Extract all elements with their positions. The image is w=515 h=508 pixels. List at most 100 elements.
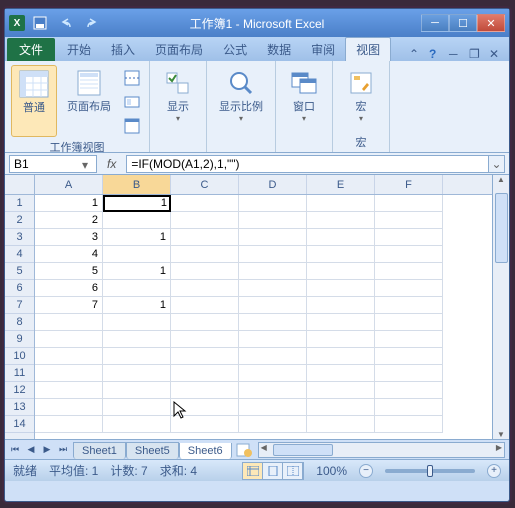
cell[interactable] [239, 280, 307, 297]
cell[interactable] [375, 280, 443, 297]
cell[interactable] [171, 297, 239, 314]
cell[interactable] [103, 280, 171, 297]
cell[interactable] [35, 399, 103, 416]
cell[interactable] [307, 416, 375, 433]
cell[interactable] [375, 382, 443, 399]
row-header[interactable]: 3 [5, 229, 34, 246]
cell[interactable]: 1 [103, 263, 171, 280]
sheet-nav-prev[interactable]: ◀ [23, 442, 39, 458]
sheet-tab[interactable]: Sheet1 [73, 442, 126, 459]
mdi-minimize-icon[interactable]: ─ [449, 47, 463, 61]
cell[interactable] [307, 365, 375, 382]
horizontal-scroll-thumb[interactable] [273, 444, 333, 456]
qat-save-icon[interactable] [29, 12, 51, 34]
row-header[interactable]: 12 [5, 382, 34, 399]
cell[interactable] [239, 263, 307, 280]
macros-button[interactable]: 宏 ▾ [339, 65, 383, 132]
zoom-button[interactable]: 显示比例 ▾ [213, 65, 269, 136]
row-header[interactable]: 10 [5, 348, 34, 365]
tab-formulas[interactable]: 公式 [213, 38, 257, 61]
cell[interactable] [239, 416, 307, 433]
cell[interactable]: 1 [103, 229, 171, 246]
cell[interactable] [239, 195, 307, 212]
zoom-in-button[interactable]: + [487, 464, 501, 478]
custom-views-button[interactable] [121, 91, 143, 113]
ribbon-minimize-icon[interactable]: ⌃ [409, 47, 423, 61]
cell[interactable] [239, 229, 307, 246]
cell[interactable] [307, 399, 375, 416]
tab-data[interactable]: 数据 [257, 38, 301, 61]
formula-expand-icon[interactable]: ⌄ [489, 155, 505, 173]
sheet-nav-last[interactable]: ⏭ [55, 442, 71, 458]
cell[interactable] [307, 212, 375, 229]
cell[interactable] [103, 382, 171, 399]
column-header[interactable]: A [35, 175, 103, 194]
vertical-scrollbar[interactable]: ▲ ▼ [492, 175, 509, 439]
cell[interactable] [171, 399, 239, 416]
mdi-close-icon[interactable]: ✕ [489, 47, 503, 61]
cell[interactable] [103, 365, 171, 382]
cell[interactable]: 7 [35, 297, 103, 314]
qat-redo-icon[interactable] [81, 12, 103, 34]
cell[interactable] [171, 280, 239, 297]
help-icon[interactable]: ? [429, 47, 443, 61]
cells-area[interactable]: 11231451671 [35, 195, 492, 433]
cell[interactable] [239, 382, 307, 399]
row-header[interactable]: 11 [5, 365, 34, 382]
cell[interactable] [375, 229, 443, 246]
mdi-restore-icon[interactable]: ❐ [469, 47, 483, 61]
cell[interactable]: 1 [35, 195, 103, 212]
cell[interactable]: 5 [35, 263, 103, 280]
cell[interactable] [375, 365, 443, 382]
cell[interactable] [171, 246, 239, 263]
column-header[interactable]: F [375, 175, 443, 194]
row-header[interactable]: 9 [5, 331, 34, 348]
cell[interactable] [239, 331, 307, 348]
status-view-page[interactable] [263, 463, 283, 479]
cell[interactable] [375, 297, 443, 314]
zoom-out-button[interactable]: − [359, 464, 373, 478]
status-view-break[interactable] [283, 463, 303, 479]
cell[interactable] [307, 348, 375, 365]
cell[interactable] [239, 212, 307, 229]
cell[interactable] [35, 314, 103, 331]
cell[interactable] [307, 195, 375, 212]
sheet-nav-next[interactable]: ▶ [39, 442, 55, 458]
name-box[interactable]: B1 ▾ [9, 155, 97, 173]
cell[interactable]: 2 [35, 212, 103, 229]
cell[interactable] [171, 365, 239, 382]
horizontal-scrollbar[interactable]: ◀ ▶ [258, 442, 505, 458]
column-header[interactable]: E [307, 175, 375, 194]
cell[interactable] [239, 399, 307, 416]
cell[interactable] [103, 314, 171, 331]
cell[interactable] [375, 212, 443, 229]
cell[interactable] [35, 365, 103, 382]
cell[interactable] [307, 229, 375, 246]
name-box-dropdown-icon[interactable]: ▾ [82, 158, 94, 170]
cell[interactable] [171, 331, 239, 348]
row-header[interactable]: 1 [5, 195, 34, 212]
cell[interactable] [171, 382, 239, 399]
row-header[interactable]: 5 [5, 263, 34, 280]
cell[interactable] [307, 382, 375, 399]
view-normal-button[interactable]: 普通 [11, 65, 57, 137]
cell[interactable] [375, 399, 443, 416]
cell[interactable] [103, 348, 171, 365]
cell[interactable] [103, 212, 171, 229]
cell[interactable] [375, 314, 443, 331]
page-break-preview-button[interactable] [121, 67, 143, 89]
cell[interactable] [35, 382, 103, 399]
cell[interactable] [239, 365, 307, 382]
window-button[interactable]: 窗口 ▾ [282, 65, 326, 136]
cell[interactable]: 1 [103, 297, 171, 314]
cell[interactable]: 4 [35, 246, 103, 263]
cell[interactable] [307, 314, 375, 331]
sheet-tab[interactable]: Sheet5 [126, 442, 179, 459]
cell[interactable] [307, 263, 375, 280]
status-view-normal[interactable] [243, 463, 263, 479]
cell[interactable] [171, 348, 239, 365]
cell[interactable] [35, 348, 103, 365]
cell[interactable] [307, 297, 375, 314]
new-sheet-button[interactable] [234, 442, 254, 458]
cell[interactable] [239, 246, 307, 263]
